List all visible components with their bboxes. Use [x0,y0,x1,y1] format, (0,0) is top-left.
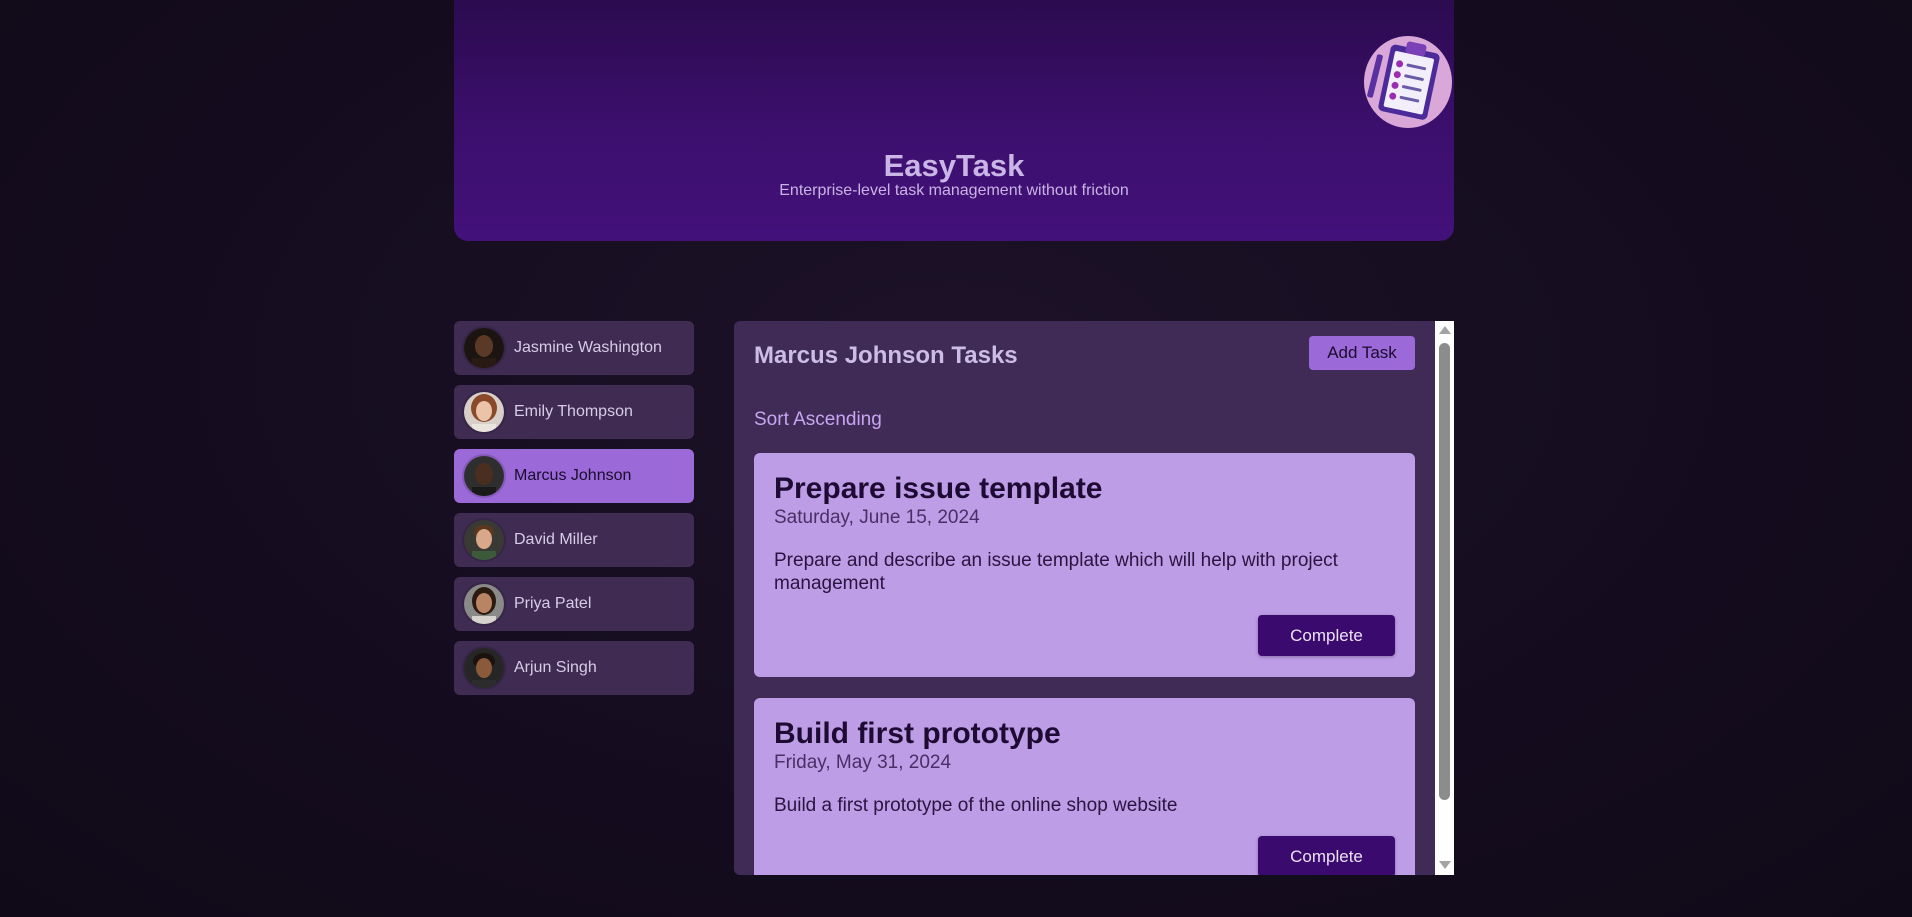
task-panel: Marcus Johnson Tasks Add Task Sort Ascen… [734,321,1454,875]
avatar [464,392,504,432]
page-title: Marcus Johnson Tasks [754,342,1018,369]
task-title: Prepare issue template [774,472,1103,505]
task-card: Prepare issue template Saturday, June 15… [754,453,1415,677]
clipboard-checklist-icon [1362,34,1454,130]
app-title: EasyTask [883,148,1025,183]
sidebar-item-label: Priya Patel [514,595,592,612]
sidebar-item-label: Arjun Singh [514,659,597,676]
avatar [464,456,504,496]
avatar [464,328,504,368]
sidebar-item-label: Marcus Johnson [514,467,632,484]
sidebar-item-david-miller[interactable]: David Miller [454,513,694,567]
app-header: EasyTask Enterprise-level task managemen… [454,0,1454,241]
user-sidebar: Jasmine Washington Emily Thompson Marcus… [454,321,694,705]
avatar [464,584,504,624]
sidebar-item-arjun-singh[interactable]: Arjun Singh [454,641,694,695]
complete-button[interactable]: Complete [1258,836,1395,875]
scroll-down-arrow-icon[interactable] [1439,861,1451,869]
app-subtitle: Enterprise-level task management without… [779,182,1129,199]
add-task-button[interactable]: Add Task [1309,336,1415,370]
sidebar-item-jasmine-washington[interactable]: Jasmine Washington [454,321,694,375]
task-panel-content: Marcus Johnson Tasks Add Task Sort Ascen… [734,321,1435,875]
task-date: Friday, May 31, 2024 [774,752,952,773]
sidebar-item-emily-thompson[interactable]: Emily Thompson [454,385,694,439]
avatar [464,520,504,560]
task-description: Prepare and describe an issue template w… [774,550,1338,594]
sort-ascending-link[interactable]: Sort Ascending [754,409,882,431]
vertical-scrollbar[interactable] [1435,321,1454,875]
sidebar-item-label: Emily Thompson [514,403,633,420]
scrollbar-thumb[interactable] [1439,343,1450,800]
sidebar-item-label: Jasmine Washington [514,339,662,356]
sidebar-item-marcus-johnson[interactable]: Marcus Johnson [454,449,694,503]
task-card: Build first prototype Friday, May 31, 20… [754,698,1415,875]
avatar [464,648,504,688]
sidebar-item-label: David Miller [514,531,598,548]
complete-button[interactable]: Complete [1258,615,1395,656]
task-description: Build a first prototype of the online sh… [774,795,1178,816]
sidebar-item-priya-patel[interactable]: Priya Patel [454,577,694,631]
scroll-up-arrow-icon[interactable] [1439,326,1451,334]
task-title: Build first prototype [774,717,1061,750]
task-date: Saturday, June 15, 2024 [774,507,980,528]
